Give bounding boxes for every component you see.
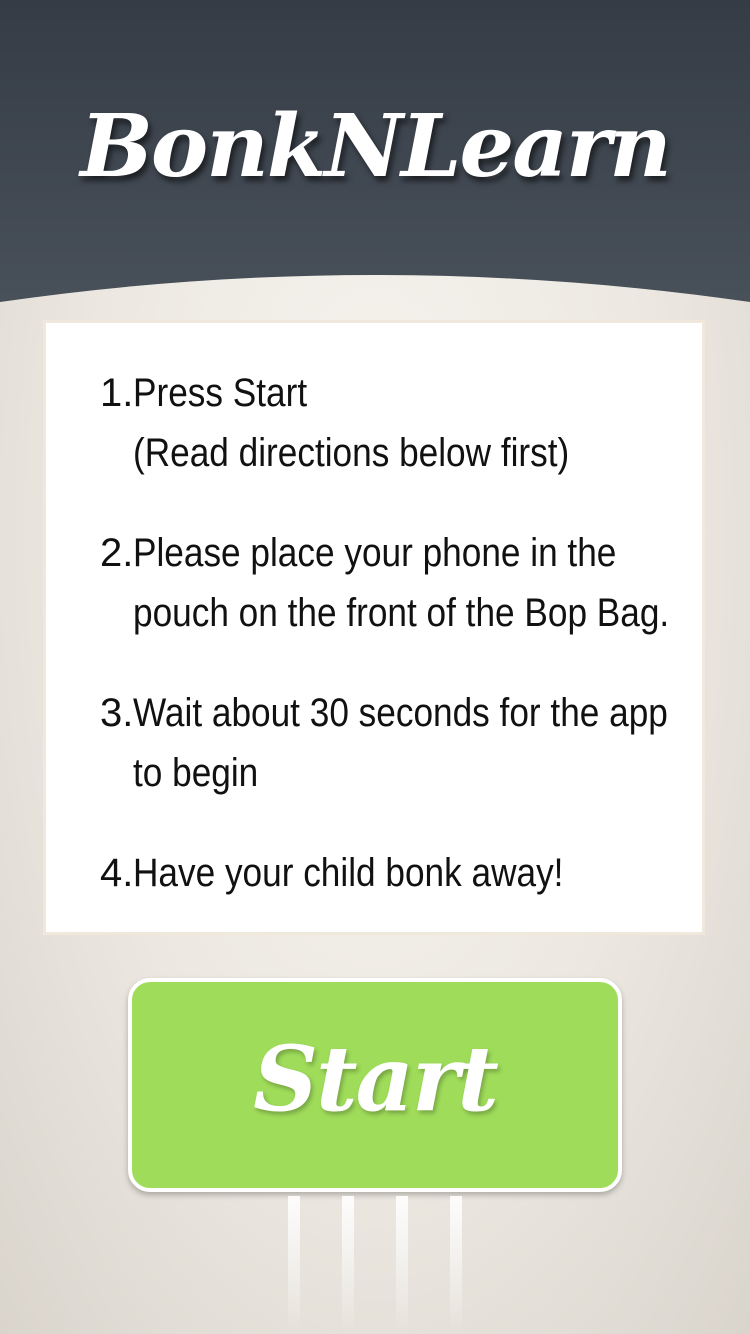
step-text-line: pouch on the front of the Bop Bag. [133,591,670,635]
step-number: 1. [100,371,134,415]
instruction-step-2: 2. Please place your phone in the pouch … [100,523,690,643]
decorative-stripe [288,1196,300,1334]
step-text-line: to begin [133,751,259,795]
step-text-line: (Read directions below first) [133,431,570,475]
start-button-label: Start [253,1026,499,1132]
header-banner: BonkNLearn [0,0,750,310]
instruction-step-4: 4. Have your child bonk away! [100,843,690,903]
step-number: 2. [100,531,134,575]
decorative-stripe [342,1196,354,1334]
step-text-line: Press Start [133,371,308,415]
instruction-step-3: 3. Wait about 30 seconds for the app to … [100,683,690,803]
step-text-line: Please place your phone in the [133,531,617,575]
decorative-stripe [396,1196,408,1334]
step-text-line: Wait about 30 seconds for the app [133,691,668,735]
step-number: 3. [100,691,134,735]
step-text-line: Have your child bonk away! [133,851,564,895]
instruction-step-1: 1. Press Start (Read directions below fi… [100,363,690,483]
instructions-card: 1. Press Start (Read directions below fi… [43,320,705,935]
step-number: 4. [100,851,134,895]
app-title: BonkNLearn [80,96,672,197]
start-button[interactable]: Start [128,978,622,1192]
decorative-stripes [280,1196,500,1334]
decorative-stripe [450,1196,462,1334]
